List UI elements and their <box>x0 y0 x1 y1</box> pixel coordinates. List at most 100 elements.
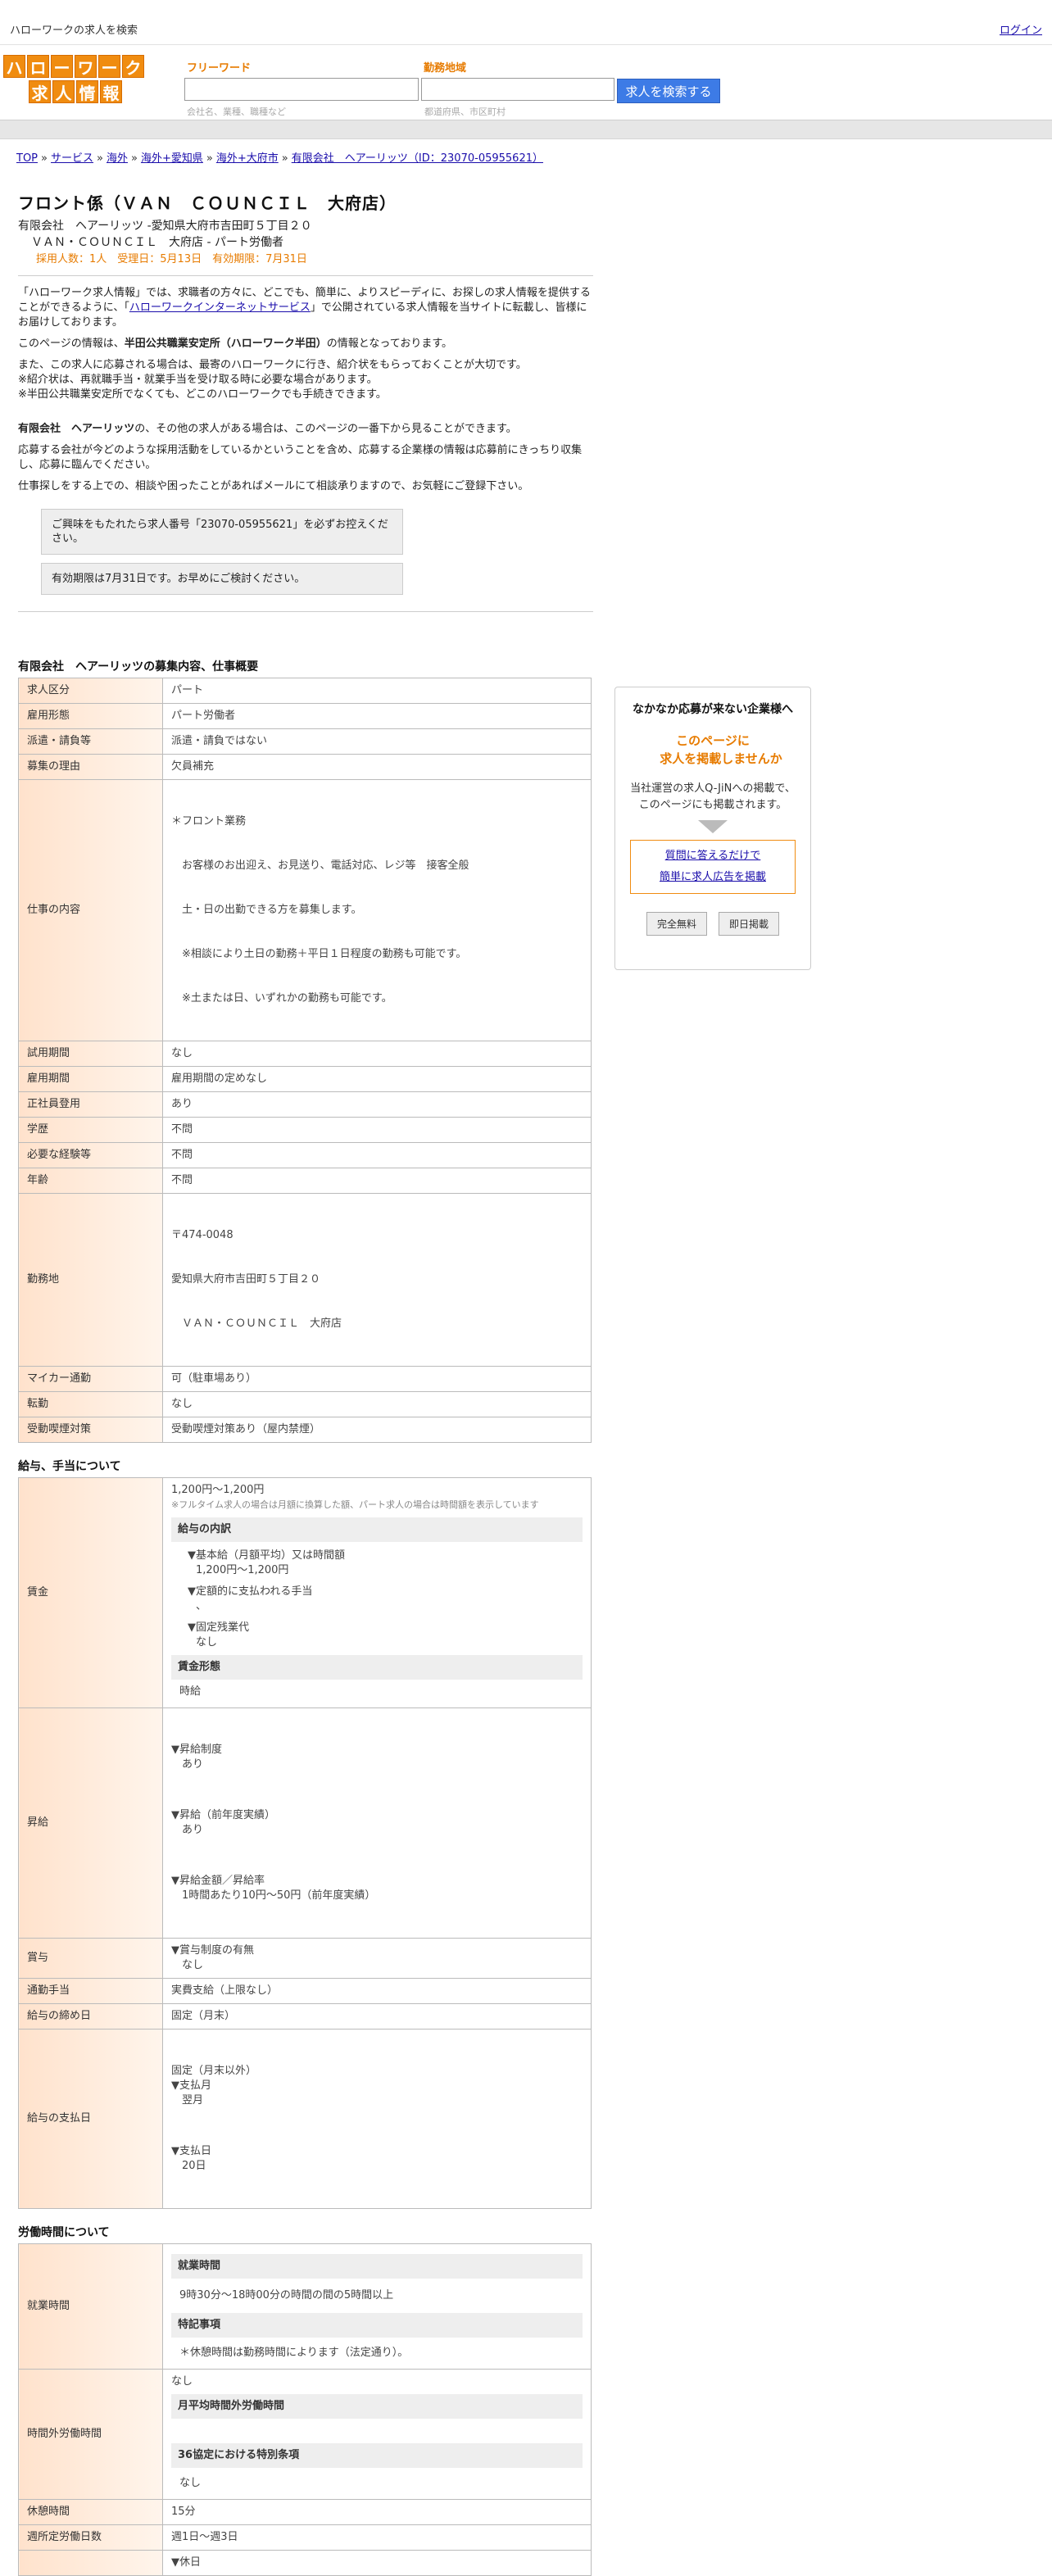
hellowork-link[interactable]: ハローワークインターネットサービス <box>129 302 311 314</box>
table-row: 時間外労働時間 なし 月平均時間外労働時間 36協定における特別条項 なし <box>18 2369 592 2500</box>
table-value-cell: あり <box>162 1091 592 1118</box>
same-day-button[interactable]: 即日掲載 <box>719 912 780 936</box>
table-value-cell: 派遣・請負ではない <box>162 728 592 755</box>
table-row: ▼休日 <box>18 2550 592 2576</box>
divider <box>18 275 593 276</box>
intro-paragraph: 「ハローワーク求人情報」では、求職者の方々に、どこでも、簡単に、よりスピーディに… <box>18 287 591 329</box>
area-label: 勤務地域 <box>424 62 467 75</box>
keyword-hint: 会社名、業種、職種など <box>187 107 286 117</box>
logo-char: ワ <box>75 55 97 78</box>
table-row: 賃金 1,200円〜1,200円 ※フルタイム求人の場合は月額に換算した額、パー… <box>18 1477 592 1708</box>
work-location: 〒474-0048 愛知県大府市吉田町５丁目２０ ＶＡＮ・ＣＯＵＮＣＩＬ 大府店 <box>162 1193 592 1367</box>
keyword-input[interactable] <box>184 78 419 101</box>
table-value-cell: 欠員補充 <box>162 754 592 780</box>
table-row: 休憩時間 15分 <box>18 2499 592 2525</box>
logo-char: ー <box>98 55 120 78</box>
login-link[interactable]: ログイン <box>1000 21 1042 37</box>
table-value-cell: 雇用期間の定めなし <box>162 1066 592 1092</box>
table-row: 年齢 不問 <box>18 1168 592 1194</box>
down-arrow-icon <box>698 820 728 833</box>
store-line: ＶＡＮ・ＣＯＵＮＣＩＬ 大府店 - パート労働者 <box>31 236 283 249</box>
advertise-box: なかなか応募が来ない企業様へ このページに 求人を掲載しませんか 当社運営の求人… <box>614 687 811 970</box>
other-jobs-paragraph: 有限会社 ヘアーリッツの、その他の求人がある場合は、このページの一番下から見るこ… <box>18 423 517 435</box>
area-input[interactable] <box>421 78 614 101</box>
ad-link-post[interactable]: 簡単に求人広告を掲載 <box>660 871 766 883</box>
table-header-cell: 給与の締め日 <box>18 2003 163 2030</box>
table-header-cell: 転勤 <box>18 1391 163 1417</box>
table-header-cell: 給与の支払日 <box>18 2029 163 2209</box>
table-header-cell: 仕事の内容 <box>18 779 163 1041</box>
logo-char: 求 <box>29 80 51 103</box>
table-header-cell: 賞与 <box>18 1938 163 1979</box>
table-row: 雇用形態 パート労働者 <box>18 703 592 729</box>
table-value-cell: なし <box>162 1041 592 1067</box>
job-number-note: ご興味をもたれたら求人番号「23070-05955621」を必ずお控えください。 <box>41 509 403 555</box>
table-row: 試用期間 なし <box>18 1041 592 1067</box>
table-value-cell: 可（駐車場あり） <box>162 1366 592 1392</box>
table-row: 必要な経験等 不問 <box>18 1142 592 1168</box>
divider <box>18 611 593 612</box>
table-row: 雇用期間 雇用期間の定めなし <box>18 1066 592 1092</box>
logo-char: 報 <box>100 80 122 103</box>
table-header-cell: 必要な経験等 <box>18 1142 163 1168</box>
table-value-cell: 固定（月末以外） ▼支払月 翌月 ▼支払日 20日 <box>162 2029 592 2209</box>
search-button[interactable]: 求人を検索する <box>617 79 720 103</box>
table-row: 週所定労働日数 週1日〜週3日 <box>18 2524 592 2551</box>
hours-table: 就業時間 就業時間 9時30分〜18時00分の時間の間の5時間以上 特記事項 ＊… <box>18 2243 592 2576</box>
job-summary-table: 求人区分 パート 雇用形態 パート労働者 派遣・請負等 派遣・請負ではない 募集の理由… <box>18 678 592 1443</box>
table-row: 通勤手当 実費支給（上限なし） <box>18 1978 592 2004</box>
free-button[interactable]: 完全無料 <box>646 912 707 936</box>
table-header-cell: 求人区分 <box>18 678 163 704</box>
company-line: 有限会社 ヘアーリッツ -愛知県大府市吉田町５丁目２０ <box>18 220 312 233</box>
source-paragraph: このページの情報は、半田公共職業安定所（ハローワーク半田）の情報となっております… <box>18 338 453 350</box>
table-value-cell: 不問 <box>162 1117 592 1143</box>
area-hint: 都道府県、市区町村 <box>424 107 506 117</box>
table-header-cell: 雇用形態 <box>18 703 163 729</box>
table-row: 就業時間 就業時間 9時30分〜18時00分の時間の間の5時間以上 特記事項 ＊… <box>18 2243 592 2370</box>
breadcrumb-aichi[interactable]: 海外+愛知県 <box>141 152 203 165</box>
breadcrumb-obu[interactable]: 海外+大府市 <box>216 152 279 165</box>
logo-char: ハ <box>3 55 25 78</box>
work-description: ＊フロント業務 お客様のお出迎え、お見送り、電話対応、レジ等 接客全般 土・日の… <box>162 779 592 1041</box>
ad-link-box: 質問に答えるだけで 簡単に求人広告を掲載 <box>630 840 796 894</box>
contact-paragraph: 仕事探しをする上での、相談や困ったことがあればメールにて相談承りますので、お気軽… <box>18 480 529 492</box>
table-value-cell: 不問 <box>162 1168 592 1194</box>
table-header-cell: 派遣・請負等 <box>18 728 163 755</box>
apply-paragraph: また、この求人に応募される場合は、最寄のハローワークに行き、紹介状をもらっておく… <box>18 359 527 371</box>
table-header-cell: 勤務地 <box>18 1193 163 1367</box>
table-row: 募集の理由 欠員補充 <box>18 754 592 780</box>
wage-cell: 1,200円〜1,200円 ※フルタイム求人の場合は月額に換算した額、パート求人… <box>162 1477 592 1708</box>
ad-description: 当社運営の求人Q-JiNへの掲載で、 このページにも掲載されます。 <box>630 782 796 811</box>
table-header-cell: 昇給 <box>18 1708 163 1939</box>
top-bar: ハローワークの求人を検索 ログイン <box>0 0 1052 45</box>
breadcrumb-top[interactable]: TOP <box>16 152 38 165</box>
keyword-label: フリーワード <box>187 62 252 75</box>
table-value-cell: 受動喫煙対策あり（屋内禁煙） <box>162 1417 592 1443</box>
logo-char: 情 <box>76 80 98 103</box>
site-logo[interactable]: ハ ロ ー ワ ー ク 求 人 情 報 <box>3 55 147 103</box>
table-header-cell: 雇用期間 <box>18 1066 163 1092</box>
table-value-cell: 実費支給（上限なし） <box>162 1978 592 2004</box>
table-row: マイカー通勤 可（駐車場あり） <box>18 1366 592 1392</box>
table-value-cell: ▼休日 <box>162 2550 592 2576</box>
breadcrumb-overseas[interactable]: 海外 <box>107 152 128 165</box>
ad-link-question[interactable]: 質問に答えるだけで <box>665 850 761 862</box>
table-row: 仕事の内容 ＊フロント業務 お客様のお出迎え、お見送り、電話対応、レジ等 接客全… <box>18 779 592 1041</box>
table-row: 学歴 不問 <box>18 1117 592 1143</box>
breadcrumb-company[interactable]: 有限会社 ヘアーリッツ（ID：23070-05955621） <box>292 152 543 165</box>
table-value-cell: なし 月平均時間外労働時間 36協定における特別条項 なし <box>162 2369 592 2500</box>
breadcrumb-service[interactable]: サービス <box>51 152 93 165</box>
apply-note: ※半田公共職業安定所でなくても、どこのハローワークでも手続きできます。 <box>18 388 387 401</box>
table-row: 給与の締め日 固定（月末） <box>18 2003 592 2030</box>
table-row: 勤務地 〒474-0048 愛知県大府市吉田町５丁目２０ ＶＡＮ・ＣＯＵＮＣＩＬ… <box>18 1193 592 1367</box>
table-header-cell: 週所定労働日数 <box>18 2524 163 2551</box>
table-header-cell: 就業時間 <box>18 2243 163 2370</box>
ad-catchcopy: このページに 求人を掲載しませんか <box>660 733 782 766</box>
section-heading: 有限会社 ヘアーリッツの募集内容、仕事概要 <box>18 660 259 673</box>
section-heading: 給与、手当について <box>18 1460 121 1473</box>
table-value-cell: なし <box>162 1391 592 1417</box>
ad-title: なかなか応募が来ない企業様へ <box>633 703 793 716</box>
advice-paragraph: 応募する会社が今どのような採用活動をしているかということを含め、応募する企業様の… <box>18 444 583 471</box>
salary-table: 賃金 1,200円〜1,200円 ※フルタイム求人の場合は月額に換算した額、パー… <box>18 1477 592 2209</box>
breadcrumb: TOP» サービス» 海外» 海外+愛知県» 海外+大府市» 有限会社 ヘアーリッツ（ID… <box>16 152 543 165</box>
